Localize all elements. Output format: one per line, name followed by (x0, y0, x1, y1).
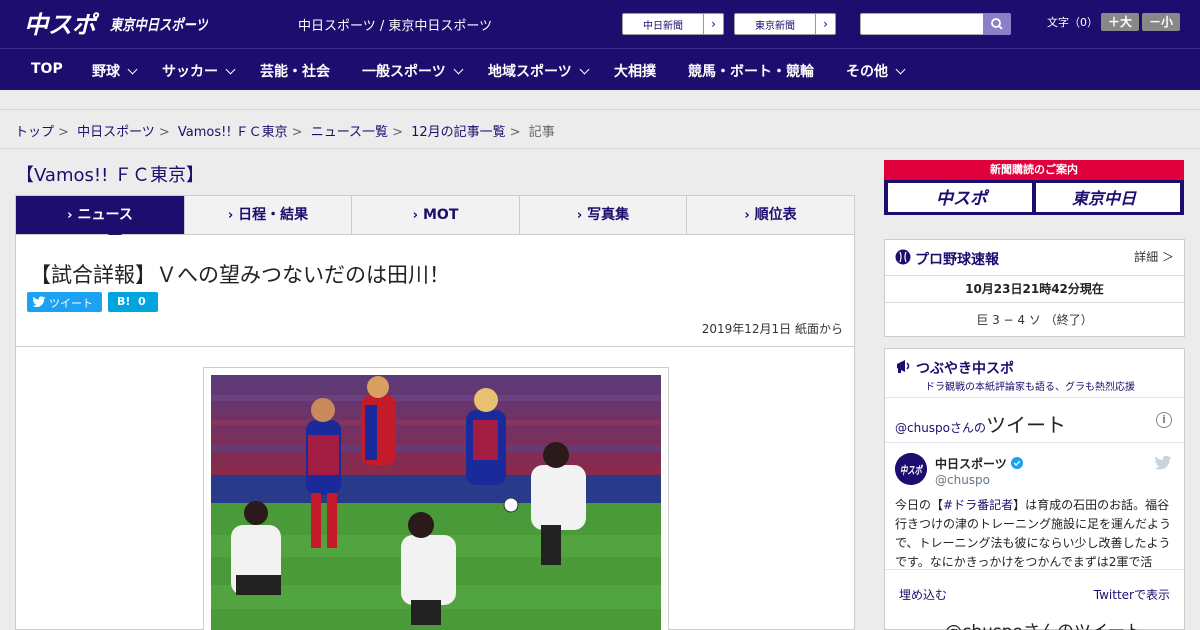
twitter-bird-icon[interactable] (1154, 455, 1172, 471)
chevron-right-icon: › (576, 208, 583, 223)
nav-item-soccer[interactable]: サッカー (162, 61, 236, 81)
search-button[interactable] (983, 13, 1011, 35)
divider (885, 302, 1184, 303)
chunichi-shimbun-link[interactable]: 中日新聞 › (622, 13, 724, 35)
baseball-widget: プロ野球速報 詳細 ＞ 10月23日21時42分現在 巨 3 − 4 ソ （終了… (884, 239, 1185, 337)
breadcrumb-current: 記事 (528, 125, 555, 140)
timeline-heading[interactable]: @chuspoさんのツイート (895, 409, 1066, 438)
subscription-title: 新聞購読のご案内 (884, 160, 1184, 180)
divider (885, 442, 1184, 443)
tab-photos[interactable]: › 写真集 (520, 196, 687, 234)
tweet-author-handle[interactable]: @chuspo (935, 473, 990, 487)
breadcrumb: トップ > 中日スポーツ > Vamos!! ＦＣ東京 > ニュース一覧 > 12月の記… (15, 125, 555, 140)
tokyo-shimbun-link[interactable]: 東京新聞 › (734, 13, 836, 35)
avatar[interactable]: 中スポ (895, 453, 927, 485)
baseball-widget-title: プロ野球速報 (915, 252, 999, 268)
site-header: 中スポ 東京中日スポーツ 中日スポーツ / 東京中日スポーツ 中日新聞 › 東京… (0, 0, 1200, 48)
nav-item-top[interactable]: TOP (31, 61, 63, 77)
search-icon (991, 18, 1003, 30)
tweet-author-name[interactable]: 中日スポーツ (935, 455, 1007, 472)
nav-item-sumo[interactable]: 大相撲 (614, 61, 656, 81)
hatena-bookmark-button[interactable]: B! 0 (108, 292, 158, 312)
tab-standings[interactable]: › 順位表 (687, 196, 854, 234)
twitter-widget: つぶやき中スポ ドラ観戦の本紙評論家も語る、グラも熱烈応援 @chuspoさんの… (884, 348, 1185, 630)
breadcrumb-december-list[interactable]: 12月の記事一覧 (411, 125, 506, 140)
embed-link[interactable]: 埋め込む (899, 586, 947, 603)
chevron-right-icon: › (412, 208, 418, 223)
nav-item-other[interactable]: その他 (846, 61, 906, 81)
subscription-chuspo[interactable]: 中スポ (888, 183, 1032, 212)
baseball-icon (895, 249, 911, 265)
svg-text:中スポ: 中スポ (936, 189, 990, 209)
twitter-widget-title: つぶやき中スポ (916, 361, 1014, 377)
chevron-right-icon: › (744, 208, 750, 223)
chevron-down-icon (579, 64, 590, 75)
section-tabs: › ニュース › 日程・結果 › MOT › 写真集 › 順位表 (15, 195, 855, 241)
tab-schedule[interactable]: › 日程・結果 (185, 196, 352, 234)
sub-band (0, 90, 1200, 110)
divider (885, 397, 1184, 398)
tokyo-chunichi-logo: 東京中日 (1072, 189, 1137, 208)
section-title: 【Vamos!! ＦＣ東京】 (16, 165, 205, 186)
twitter-bird-icon (32, 296, 46, 308)
svg-text:東京中日スポーツ: 東京中日スポーツ (110, 16, 208, 34)
tab-news[interactable]: › ニュース (16, 196, 185, 234)
font-larger-button[interactable]: ＋大 (1101, 13, 1139, 31)
baseball-update-time: 10月23日21時42分現在 (965, 282, 1104, 296)
breadcrumb-news-list[interactable]: ニュース一覧 (311, 125, 388, 140)
chevron-right-icon: › (227, 208, 234, 223)
svg-text:中スポ: 中スポ (24, 11, 100, 38)
divider (885, 569, 1184, 570)
font-size-label: 文字（0） (1047, 16, 1098, 29)
baseball-score[interactable]: 巨 3 − 4 ソ （終了） (885, 311, 1184, 328)
chevron-right-icon: › (703, 14, 723, 34)
megaphone-icon (897, 360, 910, 373)
chevron-down-icon (127, 64, 138, 75)
breadcrumb-chunichi-sports[interactable]: 中日スポーツ (77, 125, 155, 140)
twitter-widget-subtitle: ドラ観戦の本紙評論家も語る、グラも熱烈応援 (925, 382, 1135, 393)
nav-item-local-sports[interactable]: 地域スポーツ (488, 61, 590, 81)
chevron-down-icon (895, 64, 906, 75)
chuspo-logo[interactable]: 中スポ (24, 8, 102, 38)
chevron-right-icon: › (67, 208, 73, 223)
article: 【試合詳報】Ｖへの望みつないだのは田川！ ツイート B! 0 2019年12月1… (15, 235, 855, 630)
tweet-button[interactable]: ツイート (27, 292, 102, 312)
baseball-detail-link[interactable]: 詳細 ＞ (1134, 248, 1174, 265)
divider (0, 148, 1200, 149)
nav-item-baseball[interactable]: 野球 (92, 61, 138, 81)
view-on-twitter-link[interactable]: Twitterで表示 (1094, 586, 1170, 603)
svg-text:東京中日: 東京中日 (1072, 189, 1137, 208)
font-smaller-button[interactable]: －小 (1142, 13, 1180, 31)
timeline-bottom-heading: @chuspoさんのツイート (945, 617, 1142, 630)
info-icon[interactable]: i (1156, 412, 1172, 428)
article-photo[interactable] (211, 375, 661, 630)
tab-mot[interactable]: › MOT (352, 196, 520, 234)
chevron-down-icon (225, 64, 236, 75)
subscription-tokyo-chunichi[interactable]: 東京中日 (1036, 183, 1180, 212)
search-input[interactable] (860, 13, 983, 35)
nav-item-entertainment[interactable]: 芸能・社会 (260, 61, 330, 81)
svg-text:中スポ: 中スポ (900, 464, 923, 477)
verified-badge-icon (1011, 457, 1023, 469)
divider (885, 275, 1184, 276)
chevron-down-icon (453, 64, 464, 75)
breadcrumb-top[interactable]: トップ (15, 125, 54, 140)
nav-item-general-sports[interactable]: 一般スポーツ (362, 61, 464, 81)
article-headline: 【試合詳報】Ｖへの望みつないだのは田川！ (30, 263, 450, 287)
site-title[interactable]: 中日スポーツ / 東京中日スポーツ (298, 15, 492, 34)
tweet-text: 今日の【#ドラ番記者】は育成の石田のお話。福谷行きつけの津のトレーニング施設に足… (895, 498, 1172, 569)
article-dateline: 2019年12月1日 紙面から (701, 322, 843, 336)
tokyo-chunichi-logo[interactable]: 東京中日スポーツ (110, 11, 208, 37)
divider (16, 346, 854, 347)
subscription-banner[interactable]: 新聞購読のご案内 中スポ 東京中日 (884, 160, 1184, 215)
nav-item-racing[interactable]: 競馬・ボート・競輪 (688, 61, 814, 81)
chuspo-logo: 中スポ (936, 189, 990, 209)
chevron-right-icon: › (815, 14, 835, 34)
main-nav: TOP 野球 サッカー 芸能・社会 一般スポーツ 地域スポーツ 大相撲 競馬・ボ… (0, 48, 1200, 90)
hatena-count: 0 (138, 295, 146, 308)
article-photo-frame (203, 367, 669, 630)
breadcrumb-fc-tokyo[interactable]: Vamos!! ＦＣ東京 (178, 125, 288, 140)
hashtag-link[interactable]: #ドラ番記者 (943, 498, 1013, 512)
